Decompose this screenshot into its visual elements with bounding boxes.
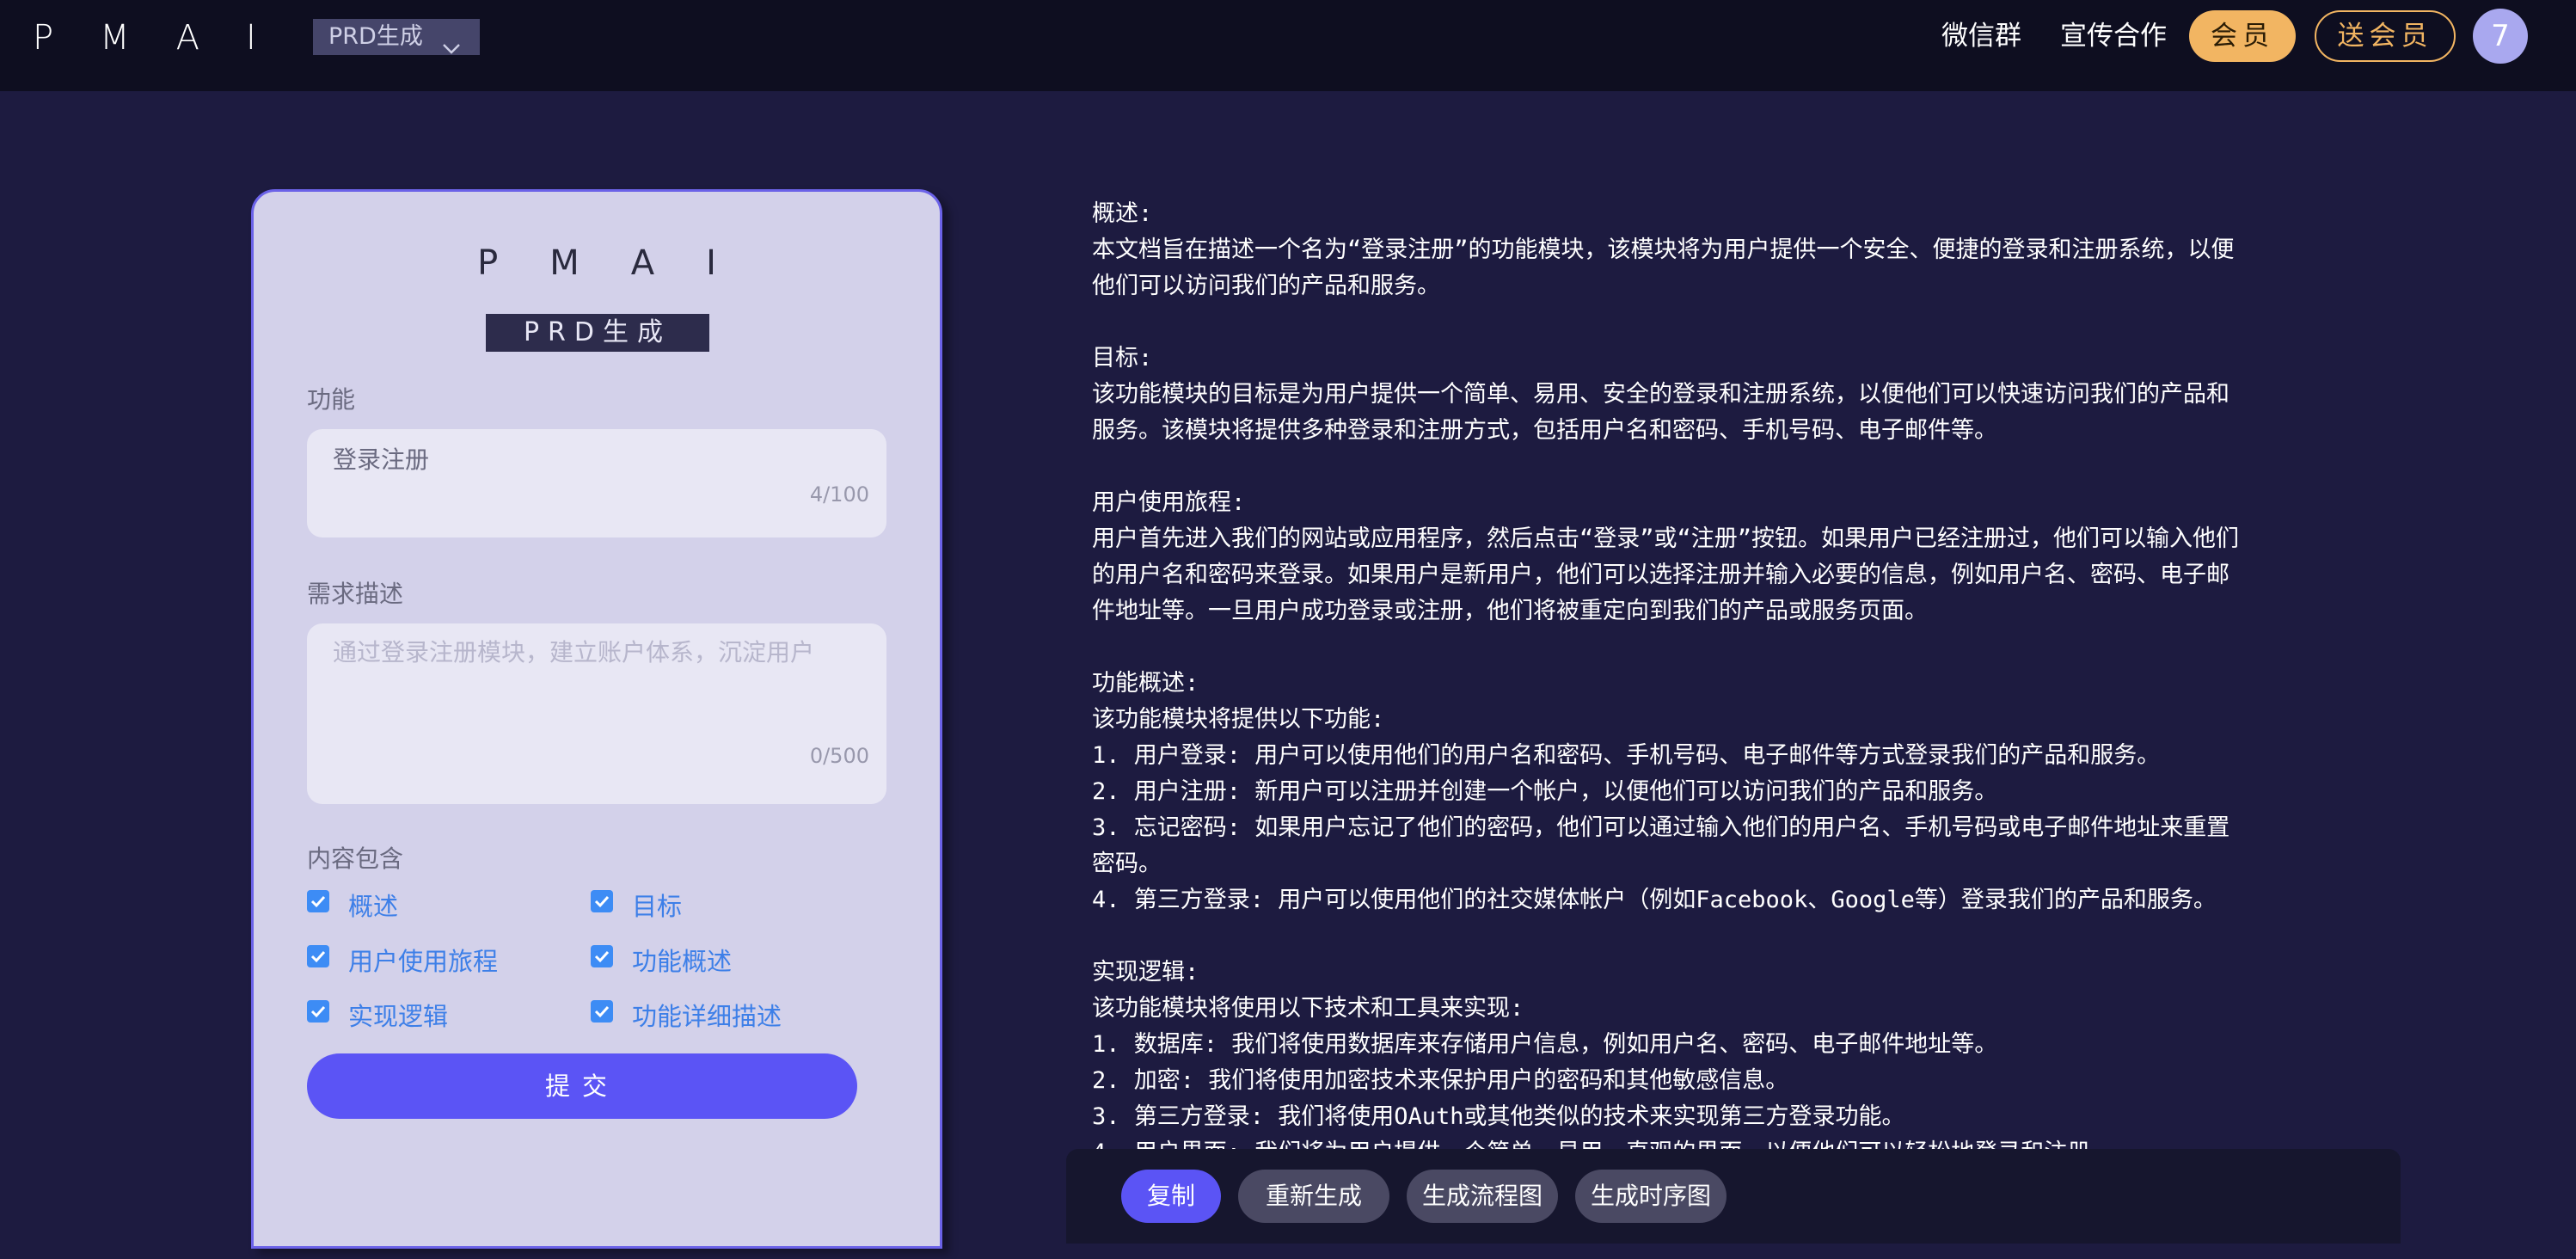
option-label: 概述 [348, 892, 399, 921]
feature-input-value: 登录注册 [333, 445, 430, 474]
output-section: 目标: 该功能模块的目标是为用户提供一个简单、易用、安全的登录和注册系统，以便他们… [1092, 341, 2296, 449]
checkbox-checked-icon[interactable] [591, 890, 613, 912]
section-line: 1. 数据库: 我们将使用数据库来存储用户信息，例如用户名、密码、电子邮件地址等… [1092, 1031, 1998, 1058]
section-line: 该功能模块的目标是为用户提供一个简单、易用、安全的登录和注册系统，以便他们可以快… [1092, 381, 2229, 408]
option-label: 实现逻辑 [348, 1002, 449, 1031]
section-line: 3. 忘记密码: 如果用户忘记了他们的密码，他们可以通过输入他们的用户名、手机号… [1092, 814, 2230, 841]
action-bar: 复制 重新生成 生成流程图 生成时序图 [1066, 1149, 2401, 1244]
sequence-diagram-button[interactable]: 生成时序图 [1575, 1170, 1727, 1223]
desc-label: 需求描述 [307, 580, 404, 608]
feature-label: 功能 [307, 385, 356, 414]
section-line: 本文档旨在描述一个名为“登录注册”的功能模块，该模块将为用户提供一个安全、便捷的… [1092, 236, 2235, 263]
section-line: 件地址等。一旦用户成功登录或注册，他们将被重定向到我们的产品或服务页面。 [1092, 598, 1928, 624]
section-line: 密码。 [1092, 851, 1162, 877]
checkbox-checked-icon[interactable] [591, 1000, 613, 1023]
desc-char-count: 0/500 [809, 744, 869, 768]
checkbox-checked-icon[interactable] [307, 1000, 329, 1023]
content-label: 内容包含 [307, 844, 404, 873]
desc-textarea[interactable]: 通过登录注册模块，建立账户体系，沉淀用户 0/500 [307, 623, 886, 804]
output-section: 概述: 本文档旨在描述一个名为“登录注册”的功能模块，该模块将为用户提供一个安全、… [1092, 196, 2296, 304]
section-line: 用户首先进入我们的网站或应用程序，然后点击“登录”或“注册”按钮。如果用户已经注… [1092, 525, 2240, 552]
prd-output-text: 概述: 本文档旨在描述一个名为“登录注册”的功能模块，该模块将为用户提供一个安全、… [1092, 196, 2296, 1159]
option-label: 功能概述 [632, 947, 733, 976]
chevron-down-icon [442, 30, 461, 66]
feature-char-count: 4/100 [809, 482, 869, 507]
section-heading: 用户使用旅程: [1092, 489, 1246, 516]
nav-promotion[interactable]: 宣传合作 [2060, 14, 2167, 58]
section-line: 的用户名和密码来登录。如果用户是新用户，他们可以选择注册并输入必要的信息，例如用… [1092, 562, 2229, 588]
member-button[interactable]: 会员 [2189, 10, 2296, 62]
section-line: 服务。该模块将提供多种登录和注册方式，包括用户名和密码、手机号码、电子邮件等。 [1092, 417, 1997, 444]
card-badge: PRD生成 [486, 314, 709, 352]
section-line: 3. 第三方登录: 我们将使用OAuth或其他类似的技术来实现第三方登录功能。 [1092, 1103, 1905, 1130]
section-line: 2. 用户注册: 新用户可以注册并创建一个帐户，以便他们可以访问我们的产品和服务… [1092, 778, 1998, 805]
nav-wechat-group[interactable]: 微信群 [1941, 14, 2021, 58]
section-line: 4. 第三方登录: 用户可以使用他们的社交媒体帐户（例如Facebook、Goo… [1092, 887, 2217, 913]
option-label: 用户使用旅程 [348, 947, 499, 976]
output-section: 功能概述: 该功能模块将提供以下功能: 1. 用户登录: 用户可以使用他们的用户名和… [1092, 666, 2296, 918]
section-line: 他们可以访问我们的产品和服务。 [1092, 273, 1440, 299]
section-heading: 功能概述: [1092, 670, 1199, 697]
output-section: 用户使用旅程: 用户首先进入我们的网站或应用程序，然后点击“登录”或“注册”按钮。… [1092, 485, 2296, 630]
output-section: 实现逻辑: 该功能模块将使用以下技术和工具来实现: 1. 数据库: 我们将使用数据库… [1092, 955, 2296, 1159]
checkbox-checked-icon[interactable] [307, 890, 329, 912]
feature-input[interactable]: 登录注册 4/100 [307, 429, 886, 537]
card-logo: PMAI [477, 243, 768, 283]
flowchart-button[interactable]: 生成流程图 [1407, 1170, 1558, 1223]
section-line: 该功能模块将使用以下技术和工具来实现: [1092, 995, 1524, 1022]
section-line: 2. 加密: 我们将使用加密技术来保护用户的密码和其他敏感信息。 [1092, 1067, 1789, 1094]
prd-form-card: PMAI PRD生成 功能 登录注册 4/100 需求描述 通过登录注册模块，建… [251, 189, 942, 1249]
mode-dropdown[interactable]: PRD生成 [313, 19, 480, 55]
avatar[interactable]: 7 [2473, 9, 2528, 64]
copy-button[interactable]: 复制 [1121, 1170, 1221, 1223]
mode-dropdown-label: PRD生成 [328, 23, 423, 50]
checkbox-checked-icon[interactable] [591, 945, 613, 967]
top-bar: PMAI PRD生成 微信群 宣传合作 会员 送会员 7 [0, 0, 2576, 91]
option-label: 功能详细描述 [632, 1002, 782, 1031]
app-logo[interactable]: PMAI [33, 0, 303, 76]
submit-button[interactable]: 提交 [307, 1053, 857, 1119]
section-line: 1. 用户登录: 用户可以使用他们的用户名和密码、手机号码、电子邮件等方式登录我… [1092, 742, 2161, 769]
gift-member-button[interactable]: 送会员 [2315, 10, 2456, 62]
option-label: 目标 [632, 892, 683, 921]
section-line: 该功能模块将提供以下功能: [1092, 706, 1385, 733]
section-heading: 目标: [1092, 345, 1153, 372]
desc-placeholder: 通过登录注册模块，建立账户体系，沉淀用户 [333, 638, 815, 666]
section-heading: 实现逻辑: [1092, 959, 1199, 986]
regenerate-button[interactable]: 重新生成 [1238, 1170, 1389, 1223]
checkbox-checked-icon[interactable] [307, 945, 329, 967]
section-heading: 概述: [1092, 200, 1153, 227]
